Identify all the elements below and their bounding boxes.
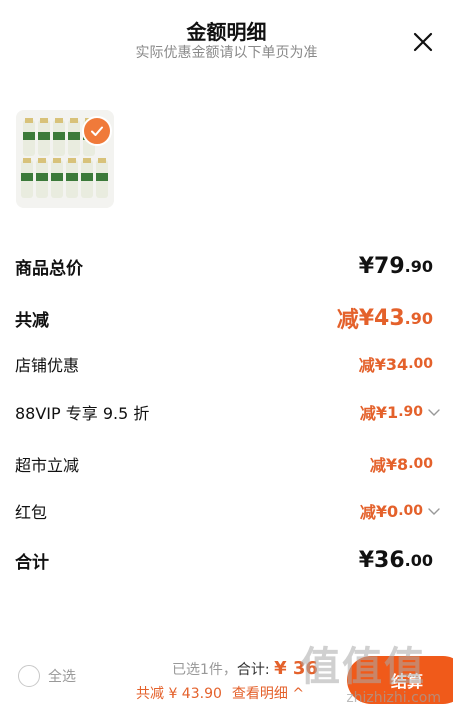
vip-discount-label: 88VIP 专享 9.5 折: [15, 404, 150, 423]
supermarket-discount-label: 超市立减: [15, 456, 80, 475]
watermark-url: zhizhizhi.com: [346, 690, 441, 706]
grand-total-amount: ¥36.00: [359, 548, 433, 573]
amount-cents: .00: [408, 456, 433, 472]
amount-integer: 1: [387, 402, 399, 422]
watermark-logo: 值值值: [300, 644, 426, 690]
currency-symbol: ¥: [374, 354, 386, 374]
vip-discount-row[interactable]: 88VIP 专享 9.5 折 减 ¥1.90: [15, 400, 441, 424]
shop-coupon-label: 店铺优惠: [15, 356, 80, 375]
total-discount-label: 共减: [15, 310, 49, 331]
check-icon: [91, 126, 103, 136]
discount-prefix: 减: [369, 456, 386, 475]
supermarket-discount-row: 超市立减 减 ¥8.00: [15, 452, 433, 476]
footer-discount-text: 共减 ¥ 43.90: [136, 686, 222, 702]
grand-total-label: 合计: [15, 553, 49, 573]
red-packet-amount: 减 ¥0.00: [360, 499, 441, 523]
amount-detail-sheet: 金额明细 实际优惠金额请以下单页为准 商品总价 ¥ 79 .90 共减 减 ¥ …: [0, 0, 453, 720]
discount-prefix: 减: [336, 308, 359, 333]
red-packet-row[interactable]: 红包 减 ¥0.00: [15, 499, 441, 523]
currency-symbol: ¥: [358, 254, 375, 279]
close-icon: [413, 32, 433, 52]
goods-total-row: 商品总价 ¥79.90: [15, 254, 433, 279]
discount-prefix: 减: [359, 404, 376, 423]
currency-symbol: ¥: [358, 548, 375, 573]
goods-total-label: 商品总价: [15, 259, 83, 279]
selected-count: 已选1件，: [172, 662, 237, 678]
selection-summary: 已选1件，合计: ¥ 36: [172, 658, 318, 679]
amount-cents: .00: [404, 551, 433, 570]
chevron-down-icon[interactable]: [427, 504, 441, 518]
close-button[interactable]: [411, 30, 435, 54]
select-all-radio[interactable]: [18, 665, 40, 687]
grand-total-row: 合计 ¥36.00: [15, 548, 433, 573]
goods-total-amount: ¥79.90: [359, 254, 433, 279]
currency-symbol: ¥: [375, 402, 388, 422]
shop-coupon-row: 店铺优惠 减 ¥34.00: [15, 352, 433, 376]
amount-integer: 0: [387, 501, 399, 521]
amount-cents: .00: [408, 356, 433, 372]
amount-integer: 34: [385, 354, 409, 374]
select-all-toggle[interactable]: 全选: [18, 665, 76, 687]
currency-symbol: ¥: [358, 305, 375, 331]
total-discount-row: 共减 减 ¥43.90: [15, 302, 433, 334]
amount-cents: .90: [398, 404, 423, 420]
product-selected-checkbox[interactable]: [82, 116, 112, 146]
amount-integer: 43: [374, 305, 405, 331]
amount-cents: .90: [404, 308, 433, 328]
red-packet-label: 红包: [15, 503, 48, 522]
sheet-subtitle: 实际优惠金额请以下单页为准: [135, 45, 318, 61]
currency-symbol: ¥: [375, 501, 388, 521]
total-discount-amount: 减 ¥43.90: [337, 302, 433, 334]
view-detail-link[interactable]: 查看明细 ^: [232, 683, 304, 703]
amount-integer: 8: [397, 454, 409, 474]
amount-integer: 36: [374, 548, 405, 573]
vip-discount-amount: 减 ¥1.90: [360, 400, 441, 424]
discount-summary: 共减 ¥ 43.90 查看明细 ^: [136, 683, 304, 703]
sheet-header: 金额明细 实际优惠金额请以下单页为准: [0, 0, 453, 80]
currency-symbol: ¥: [385, 454, 398, 474]
shop-coupon-amount: 减 ¥34.00: [359, 352, 433, 376]
select-all-label: 全选: [48, 669, 76, 685]
amount-integer: 79: [374, 254, 405, 279]
amount-cents: .90: [404, 257, 433, 276]
footer-total-label: 合计:: [236, 662, 275, 678]
amount-cents: .00: [398, 503, 423, 519]
supermarket-discount-amount: 减 ¥8.00: [370, 452, 433, 476]
discount-prefix: 减: [359, 503, 376, 522]
discount-prefix: 减: [358, 356, 375, 375]
chevron-down-icon[interactable]: [427, 405, 441, 419]
sheet-title: 金额明细: [186, 20, 267, 44]
